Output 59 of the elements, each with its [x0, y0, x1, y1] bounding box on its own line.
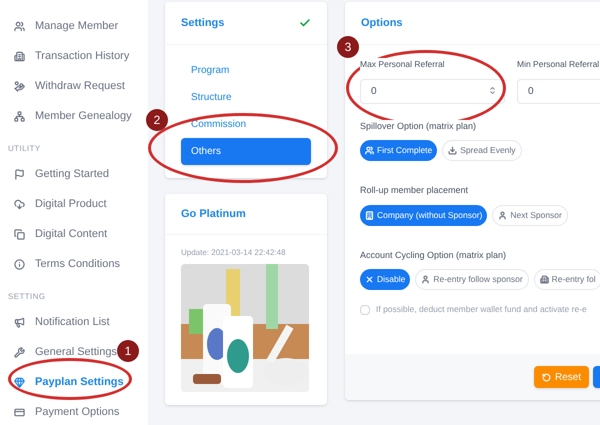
building-icon — [365, 210, 374, 220]
user-icon — [498, 210, 508, 220]
option-chip[interactable]: Re-entry fol — [534, 269, 600, 290]
users-icon — [14, 20, 25, 32]
settings-menu-item[interactable]: Structure — [181, 84, 311, 111]
update-time: Update: 2021-03-14 22:42:48 — [181, 247, 287, 259]
sidebar-item[interactable]: Digital Content — [14, 226, 108, 242]
sidebar-item[interactable]: General Settings — [14, 344, 117, 360]
info-icon — [14, 258, 25, 270]
building-icon — [540, 275, 549, 284]
undo-icon — [542, 372, 551, 382]
sidebar-item[interactable]: Manage Member — [14, 18, 118, 34]
option-chip[interactable]: First Complete — [360, 140, 438, 162]
group-label: Spillover Option (matrix plan) — [360, 120, 476, 134]
sidebar-item[interactable]: Getting Started — [14, 166, 109, 182]
cloud-download-icon — [14, 198, 25, 210]
checkbox-label: If possible, deduct member wallet fund and activate re-e — [376, 303, 587, 316]
number-field[interactable]: 0 — [517, 78, 600, 104]
field-label: Max Personal Referral — [360, 58, 445, 71]
megaphone-icon — [14, 316, 25, 328]
flag-icon — [14, 168, 25, 180]
network-icon — [14, 110, 25, 122]
section-header: SETTING — [7, 291, 46, 303]
spinner-icon — [488, 86, 497, 95]
sidebar-item[interactable]: Notification List — [14, 314, 110, 330]
download-icon — [448, 146, 458, 156]
group-label: Roll-up member placement — [360, 184, 468, 198]
number-field[interactable]: 0 — [360, 78, 505, 104]
card-title: Go Platinum — [181, 206, 246, 222]
sidebar-item[interactable]: Payplan Settings — [14, 374, 124, 390]
users-icon — [365, 146, 374, 156]
sidebar-item[interactable]: Digital Product — [14, 196, 107, 212]
option-chip[interactable]: Company (without Sponsor) — [360, 204, 488, 226]
sidebar-item[interactable]: Withdraw Request — [14, 78, 125, 94]
settings-menu-item[interactable]: Commission — [181, 111, 311, 138]
sidebar-item[interactable]: Terms Conditions — [14, 256, 120, 272]
annotation-badge: 3 — [337, 36, 359, 58]
sidebar-item[interactable]: Transaction History — [14, 48, 130, 64]
settings-menu-item[interactable]: Program — [181, 57, 311, 84]
option-chip[interactable]: Disable — [360, 269, 410, 290]
copy-icon — [14, 228, 25, 240]
close-icon — [365, 275, 374, 284]
card-title: Settings — [181, 16, 224, 31]
section-header: UTILITY — [7, 143, 42, 155]
wrench-icon — [14, 346, 25, 358]
option-chip[interactable]: Spread Evenly — [442, 140, 522, 162]
card-title: Options — [361, 16, 403, 31]
checkbox[interactable] — [360, 304, 370, 315]
building-icon — [14, 50, 25, 62]
gem-icon — [14, 376, 25, 388]
hand-icon — [14, 80, 25, 92]
card-icon — [14, 406, 25, 418]
option-chip[interactable]: Re-entry follow sponsor — [415, 269, 529, 290]
option-chip[interactable]: Next Sponsor — [492, 204, 568, 226]
settings-menu-item[interactable]: Others — [181, 138, 311, 165]
sidebar-item[interactable]: Payment Options — [14, 404, 120, 420]
group-label: Account Cycling Option (matrix plan) — [360, 248, 506, 262]
sidebar-item[interactable]: Member Genealogy — [14, 108, 132, 124]
user-icon — [421, 275, 430, 284]
